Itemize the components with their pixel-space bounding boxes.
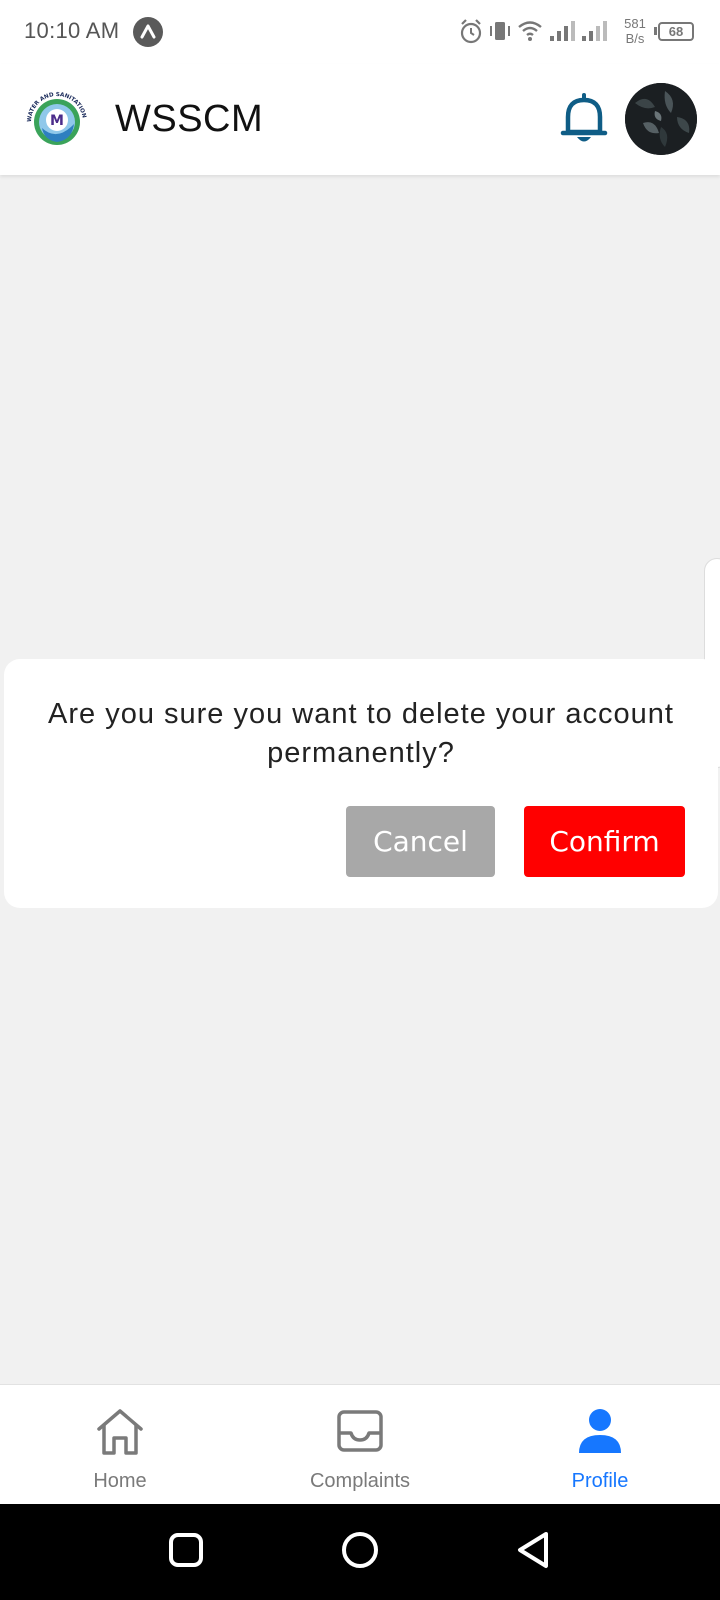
nav-label-home: Home (93, 1470, 147, 1492)
system-nav-bar (0, 1504, 720, 1600)
cancel-button[interactable]: Cancel (346, 806, 495, 877)
recents-icon[interactable] (166, 1530, 206, 1575)
back-icon[interactable] (514, 1530, 554, 1575)
nav-label-profile: Profile (571, 1470, 629, 1492)
status-icons: 581 B/s 68 (458, 14, 698, 50)
logo-monogram: M (50, 113, 64, 129)
wsscm-logo: WATER AND SANITATION SERVICES COMPANY MA… (19, 80, 92, 154)
net-speed-unit: B/s (625, 31, 645, 46)
nav-item-profile[interactable]: Profile (480, 1385, 720, 1505)
wifi-icon (516, 14, 544, 53)
bottom-nav: Home Complaints Profile (0, 1384, 720, 1504)
bell-icon (560, 93, 608, 142)
home-circle-icon[interactable] (340, 1530, 380, 1575)
nav-item-complaints[interactable]: Complaints (240, 1385, 480, 1505)
signal-icon (580, 14, 608, 53)
user-icon (579, 1409, 621, 1453)
profile-avatar[interactable] (625, 83, 697, 155)
dialog-message: Are you sure you want to delete your acc… (48, 698, 674, 769)
nav-label-complaints: Complaints (309, 1470, 411, 1492)
notification-button[interactable] (556, 90, 612, 148)
inbox-icon (337, 1410, 383, 1452)
nav-item-home[interactable]: Home (0, 1385, 240, 1505)
home-icon (97, 1409, 143, 1455)
app-header: WATER AND SANITATION SERVICES COMPANY MA… (0, 64, 720, 175)
net-speed: 581 B/s (618, 16, 652, 46)
alarm-icon (458, 14, 484, 53)
vibrate-icon (488, 14, 512, 53)
status-bar: 10:10 AM 581 B/s 68 (0, 0, 720, 64)
screen: 10:10 AM 581 B/s 68 WATER AND SANITATION… (0, 0, 720, 1600)
signal-icon (548, 14, 576, 53)
battery-icon: 68 (658, 22, 694, 41)
app-notification-icon (133, 17, 163, 47)
confirm-button[interactable]: Confirm (524, 806, 685, 877)
delete-account-dialog: Are you sure you want to delete your acc… (4, 659, 718, 908)
battery-nub (654, 27, 657, 35)
net-speed-value: 581 (624, 16, 646, 31)
status-time: 10:10 AM (24, 18, 120, 43)
app-title: WSSCM (115, 98, 264, 140)
